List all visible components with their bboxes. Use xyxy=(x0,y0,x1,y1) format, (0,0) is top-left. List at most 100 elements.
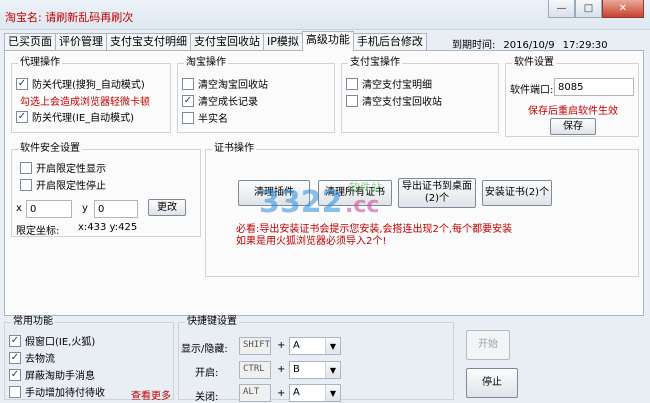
bottom-area: 常用功能 ✓ 假窗口(IE,火狐) ✓ 去物流 ✓ 屏蔽淘助手消息 手动增加待付待收 … xyxy=(0,316,650,403)
limit-stop-label: 开启限定性停止 xyxy=(36,181,106,192)
proxy-group: 代理操作 ✓ 防关代理(搜狗_自动模式) 勾选上会造成浏览器轻微卡顿 ✓ 防关代理(… xyxy=(11,57,171,133)
hotkey-start-label: 开启: xyxy=(195,368,219,379)
checkbox-box: ✓ xyxy=(16,110,28,123)
tab-alipay-details[interactable]: 支付宝支付明细 xyxy=(106,33,191,50)
checkbox-box xyxy=(346,77,358,90)
proxy-sogou-label: 防关代理(搜狗_自动模式) xyxy=(32,80,145,91)
window-controls: — □ ✕ xyxy=(548,0,644,18)
port-label: 软件端口: xyxy=(510,85,554,96)
plus-sign: + xyxy=(277,388,286,399)
hotkey-toggle-label: 显示/隐藏: xyxy=(181,344,228,355)
fake-window-checkbox[interactable]: ✓ 假窗口(IE,火狐) xyxy=(9,333,95,348)
proxy-ie-label: 防关代理(IE_自动模式) xyxy=(32,113,135,124)
checkbox-box: ✓ xyxy=(182,94,194,107)
x-input[interactable] xyxy=(26,200,72,218)
limit-stop-checkbox[interactable]: 开启限定性停止 xyxy=(20,177,106,192)
change-button[interactable]: 更改 xyxy=(148,199,186,216)
proxy-warning: 勾选上会造成浏览器轻微卡顿 xyxy=(20,97,150,108)
security-group-title: 软件安全设置 xyxy=(18,143,82,155)
checkbox-box: ✓ xyxy=(9,351,21,364)
software-settings-title: 软件设置 xyxy=(512,57,556,69)
taobao-group: 淘宝操作 清空淘宝回收站 ✓ 清空成长记录 半实名 xyxy=(177,57,335,133)
hotkey-toggle-key-select[interactable]: A ▼ xyxy=(289,337,341,355)
block-messages-label: 屏蔽淘助手消息 xyxy=(25,371,95,382)
y-label: y xyxy=(82,203,88,214)
x-label: x xyxy=(16,203,22,214)
alipay-group: 支付宝操作 清空支付宝明细 清空支付宝回收站 xyxy=(341,57,499,133)
export-certs-button[interactable]: 导出证书到桌面(2)个 xyxy=(398,178,476,208)
hotkey-group: 快捷键设置 显示/隐藏: SHIFT + A ▼ 开启: CTRL + B ▼ … xyxy=(178,316,454,403)
tab-purchased[interactable]: 已买页面 xyxy=(4,33,56,50)
checkbox-box xyxy=(182,77,194,90)
clear-alipay-details-label: 清空支付宝明细 xyxy=(362,80,432,91)
expire-info: 到期时间: 2016/10/9 17:29:30 xyxy=(452,36,608,51)
hotkey-stop-label: 关闭: xyxy=(195,392,219,403)
stop-button[interactable]: 停止 xyxy=(466,368,518,398)
common-functions-group: 常用功能 ✓ 假窗口(IE,火狐) ✓ 去物流 ✓ 屏蔽淘助手消息 手动增加待付待收 … xyxy=(4,316,174,402)
chevron-down-icon: ▼ xyxy=(325,338,340,354)
chevron-down-icon: ▼ xyxy=(325,362,340,378)
remove-logistics-label: 去物流 xyxy=(25,354,55,365)
port-input[interactable] xyxy=(554,78,634,96)
alipay-group-title: 支付宝操作 xyxy=(348,57,402,69)
hotkey-group-title: 快捷键设置 xyxy=(185,316,239,328)
checkbox-box xyxy=(20,161,32,174)
chevron-down-icon: ▼ xyxy=(325,385,340,401)
clear-alipay-recycle-label: 清空支付宝回收站 xyxy=(362,97,442,108)
clear-taobao-recycle-label: 清空淘宝回收站 xyxy=(198,80,268,91)
maximize-button[interactable]: □ xyxy=(575,0,602,18)
coord-value: x:433 y:425 xyxy=(78,222,138,233)
fake-window-label: 假窗口(IE,火狐) xyxy=(25,337,96,348)
checkbox-box: ✓ xyxy=(16,77,28,90)
save-button[interactable]: 保存 xyxy=(550,118,596,135)
clean-plugins-button[interactable]: 清理插件 xyxy=(238,180,310,206)
clear-growth-record-label: 清空成长记录 xyxy=(198,97,258,108)
block-messages-checkbox[interactable]: ✓ 屏蔽淘助手消息 xyxy=(9,367,95,382)
tab-ip-simulate[interactable]: IP模拟 xyxy=(263,33,303,50)
checkbox-box xyxy=(182,111,194,124)
cert-note-2: 如果是用火狐浏览器必须导入2个! xyxy=(236,236,387,247)
clean-all-certs-button[interactable]: 清理所有证书 xyxy=(318,180,392,206)
tab-mobile-backend[interactable]: 手机后台修改 xyxy=(352,33,427,50)
title-bar: 淘宝名: 请刷新乱码再刷次 — □ ✕ xyxy=(0,0,650,30)
install-certs-button[interactable]: 安装证书(2)个 xyxy=(482,180,552,206)
hotkey-stop-modifier: ALT xyxy=(239,384,271,402)
plus-sign: + xyxy=(277,340,286,351)
y-input[interactable] xyxy=(94,200,138,218)
cert-group: 证书操作 清理插件 清理所有证书 导出证书到桌面(2)个 安装证书(2)个 必看… xyxy=(205,143,639,277)
taobao-group-title: 淘宝操作 xyxy=(184,57,228,69)
manual-add-pending-checkbox[interactable]: 手动增加待付待收 xyxy=(9,384,105,399)
checkbox-box: ✓ xyxy=(9,334,21,347)
proxy-ie-checkbox[interactable]: ✓ 防关代理(IE_自动模式) xyxy=(16,109,134,124)
checkbox-box xyxy=(20,178,32,191)
plus-sign: + xyxy=(277,364,286,375)
half-realname-checkbox[interactable]: 半实名 xyxy=(182,110,228,125)
remove-logistics-checkbox[interactable]: ✓ 去物流 xyxy=(9,350,55,365)
checkbox-box xyxy=(9,385,21,398)
restart-hint: 保存后重启软件生效 xyxy=(528,106,618,117)
clear-growth-record-checkbox[interactable]: ✓ 清空成长记录 xyxy=(182,93,258,108)
manual-add-pending-label: 手动增加待付待收 xyxy=(25,388,105,399)
proxy-sogou-checkbox[interactable]: ✓ 防关代理(搜狗_自动模式) xyxy=(16,76,145,91)
hotkey-toggle-key: A xyxy=(293,340,300,351)
clear-alipay-details-checkbox[interactable]: 清空支付宝明细 xyxy=(346,76,432,91)
checkbox-box xyxy=(346,94,358,107)
hotkey-start-key-select[interactable]: B ▼ xyxy=(289,361,341,379)
hotkey-stop-key-select[interactable]: A ▼ xyxy=(289,384,341,402)
cert-group-title: 证书操作 xyxy=(212,143,256,155)
hotkey-start-modifier: CTRL xyxy=(239,361,271,379)
tab-advanced[interactable]: 高级功能 xyxy=(301,31,354,51)
checkbox-box: ✓ xyxy=(9,368,21,381)
common-functions-title: 常用功能 xyxy=(11,316,55,328)
coord-label: 限定坐标: xyxy=(16,226,60,237)
clear-taobao-recycle-checkbox[interactable]: 清空淘宝回收站 xyxy=(182,76,268,91)
clear-alipay-recycle-checkbox[interactable]: 清空支付宝回收站 xyxy=(346,93,442,108)
view-more-link[interactable]: 查看更多 xyxy=(131,387,171,402)
advanced-panel: 代理操作 ✓ 防关代理(搜狗_自动模式) 勾选上会造成浏览器轻微卡顿 ✓ 防关代理(… xyxy=(4,50,644,316)
tab-reviews[interactable]: 评价管理 xyxy=(55,33,107,50)
close-button[interactable]: ✕ xyxy=(602,0,644,18)
limit-display-checkbox[interactable]: 开启限定性显示 xyxy=(20,160,106,175)
minimize-button[interactable]: — xyxy=(548,0,575,18)
tab-alipay-recycle[interactable]: 支付宝回收站 xyxy=(190,33,264,50)
start-button[interactable]: 开始 xyxy=(466,330,510,360)
